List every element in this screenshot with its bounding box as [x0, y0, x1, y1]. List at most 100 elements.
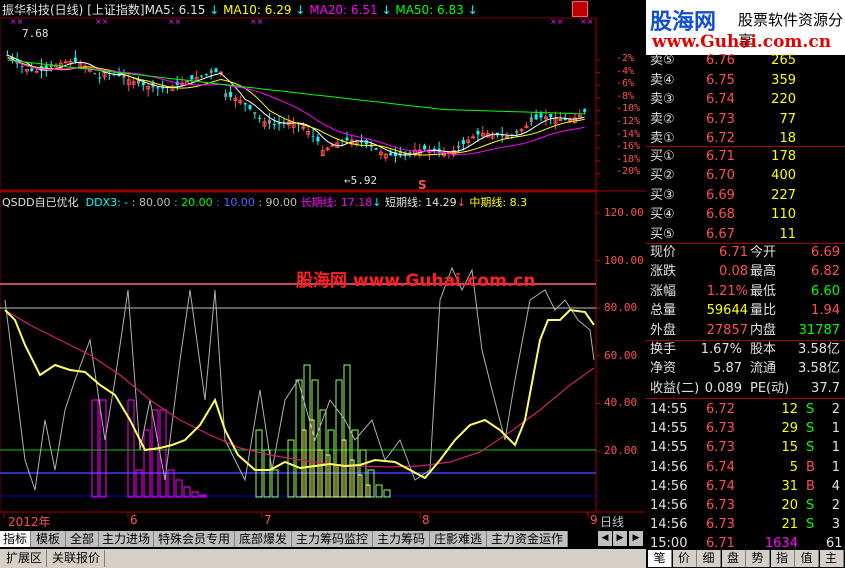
indicator-tab[interactable]: 特殊会员专用 — [154, 531, 235, 547]
buy-row[interactable]: 买② 6.70 400 — [646, 166, 845, 185]
buy-row[interactable]: 买④ 6.68 110 — [646, 205, 845, 224]
sell-row[interactable]: 卖③ 6.74 220 — [646, 90, 845, 109]
right-panel-tab[interactable]: 价 — [672, 550, 697, 567]
right-panel-tab[interactable]: 势 — [746, 550, 770, 567]
indicator-tab[interactable]: 主力进场 — [99, 531, 154, 547]
tab-related-quotes[interactable]: 关联报价 — [48, 550, 105, 567]
indicator-name[interactable]: QSDD自已优化 — [2, 196, 79, 209]
settings-icon[interactable] — [572, 1, 588, 17]
candle-body — [229, 92, 233, 97]
tick-side: S — [806, 421, 815, 437]
right-panel-tab[interactable]: 值 — [795, 550, 819, 567]
candle-body — [301, 126, 306, 129]
tick-volume: 21 — [781, 517, 798, 533]
tick-row[interactable]: 14:55 6.73 29 S 1 — [646, 419, 845, 438]
sell-row[interactable]: 卖② 6.73 77 — [646, 110, 845, 129]
tab-extension-area[interactable]: 扩展区 — [2, 550, 47, 567]
sell-row[interactable]: 卖⑤ 6.76 265 — [646, 51, 845, 70]
tick-row[interactable]: 14:56 6.74 31 B 4 — [646, 477, 845, 496]
buy-row[interactable]: 买① 6.71 178 — [646, 147, 845, 166]
indicator-tab[interactable]: 主力资金运作 — [487, 531, 568, 547]
indicator-tab[interactable]: 全部 — [66, 531, 99, 547]
quote-row[interactable]: 现价 6.71 今开 6.69 — [646, 243, 845, 262]
sell-volume: 77 — [779, 111, 796, 127]
quote-row[interactable]: 涨跌 0.08 最高 6.82 — [646, 262, 845, 281]
indicator-tab[interactable]: 庄影难逃 — [430, 531, 487, 547]
stat-value: 3.58亿 — [798, 342, 840, 357]
right-panel-tab[interactable]: 笔 — [648, 550, 672, 567]
tick-count: 2 — [831, 498, 840, 513]
green-bar — [295, 379, 303, 498]
price-chart-header: 振华科技(日线) [上证指数]MA5: 6.15 ↓ MA10: 6.29 ↓ … — [2, 2, 478, 19]
tab-scroll-left[interactable]: ◀ — [598, 531, 612, 546]
stock-title[interactable]: 振华科技(日线) — [2, 3, 83, 17]
right-panel-tab[interactable]: 盘 — [721, 550, 746, 567]
candle-body — [534, 114, 538, 120]
right-panel-tab[interactable]: 细 — [697, 550, 721, 567]
tick-row[interactable]: 14:55 6.73 15 S 1 — [646, 438, 845, 457]
quote-value: 6.71 — [719, 245, 748, 260]
candle-body — [408, 152, 412, 154]
tick-row[interactable]: 14:55 6.72 12 S 2 — [646, 400, 845, 419]
tick-row[interactable]: 14:56 6.74 5 B 1 — [646, 458, 845, 477]
tick-volume: 15 — [781, 440, 798, 456]
magenta-bar — [151, 409, 159, 498]
time-label: 8 — [422, 513, 430, 527]
logo-banner: 股海网 股票软件资源分享 www.Guhai.com.cn — [646, 0, 845, 55]
stat-row[interactable]: 收益(二) 0.089 PE(动) 37.7 — [646, 379, 845, 398]
indicator-tab[interactable]: 模板 — [31, 531, 66, 547]
stat-row[interactable]: 净资 5.87 流通 3.58亿 — [646, 359, 845, 378]
tick-row[interactable]: 14:56 6.73 20 S 2 — [646, 496, 845, 515]
period-label[interactable]: 日线 — [600, 513, 624, 530]
tab-scroll-right[interactable]: ▶ — [613, 531, 627, 546]
candle-body — [374, 147, 378, 150]
index-label[interactable]: [上证指数] — [87, 3, 144, 17]
candle-body — [519, 129, 524, 132]
right-panel-tab[interactable]: 指 — [770, 550, 795, 567]
tick-price: 6.74 — [706, 459, 735, 475]
tick-volume: 5 — [789, 459, 798, 475]
indicator-tab[interactable]: 主力筹码 — [373, 531, 430, 547]
quote-row[interactable]: 总量 59644 量比 1.94 — [646, 301, 845, 320]
buy-level-label: 买⑤ — [650, 226, 675, 242]
tick-side: S — [806, 498, 815, 513]
buy-row[interactable]: 买⑤ 6.67 11 — [646, 225, 845, 244]
time-label: 9 — [590, 513, 598, 527]
candle-body — [258, 117, 262, 119]
indicator-tab[interactable]: 主力筹码监控 — [292, 531, 373, 547]
quote-label: 涨幅 — [650, 283, 677, 299]
sell-volume: 220 — [771, 92, 796, 108]
candle-body — [209, 70, 213, 73]
tick-time: 14:55 — [650, 421, 688, 437]
indicator-tab[interactable]: 指标 — [0, 531, 31, 547]
sell-level-label: 卖③ — [650, 92, 675, 108]
quote-row[interactable]: 涨幅 1.21% 最低 6.60 — [646, 282, 845, 301]
buy-row[interactable]: 买③ 6.69 227 — [646, 186, 845, 205]
quote-panel: 股海网 股票软件资源分享 www.Guhai.com.cn 卖⑤ 6.76 265 卖… — [646, 0, 845, 568]
right-panel-tab[interactable]: 主 — [819, 550, 844, 567]
stat-row[interactable]: 换手 1.67% 股本 3.58亿 — [646, 340, 845, 359]
top-signal-marker: ×× — [550, 17, 563, 26]
indicator-tab[interactable]: 底部爆发 — [235, 531, 292, 547]
candle-body — [529, 117, 533, 123]
green-bar — [271, 469, 279, 498]
ma50-arrow: ↓ — [467, 3, 478, 17]
low-price-label: ←5.92 — [344, 174, 378, 187]
tick-volume: 29 — [781, 421, 798, 437]
candle-body — [190, 75, 194, 80]
pct-tick-label: -10% — [616, 103, 641, 115]
chart-canvas[interactable]: ×× ×× ×× ×× ×× ×× — [0, 0, 646, 530]
sell-price: 6.74 — [706, 92, 735, 108]
ma20-label: MA20: 6.51 — [309, 3, 378, 17]
tab-scroll-end[interactable]: ▶ — [629, 531, 643, 546]
tick-time: 14:56 — [650, 478, 688, 494]
tick-row[interactable]: 14:56 6.73 21 S 3 — [646, 515, 845, 534]
buy-volume: 400 — [771, 168, 796, 184]
buy-volume: 178 — [771, 149, 796, 164]
short-line-label: 短期线: 14.29 — [384, 196, 457, 209]
sell-row[interactable]: 卖④ 6.75 359 — [646, 71, 845, 90]
top-signal-marker: ×× — [580, 17, 593, 26]
candle-body — [311, 135, 315, 137]
quote-value: 31787 — [798, 322, 840, 338]
quote-row[interactable]: 外盘 27857 内盘 31787 — [646, 321, 845, 340]
